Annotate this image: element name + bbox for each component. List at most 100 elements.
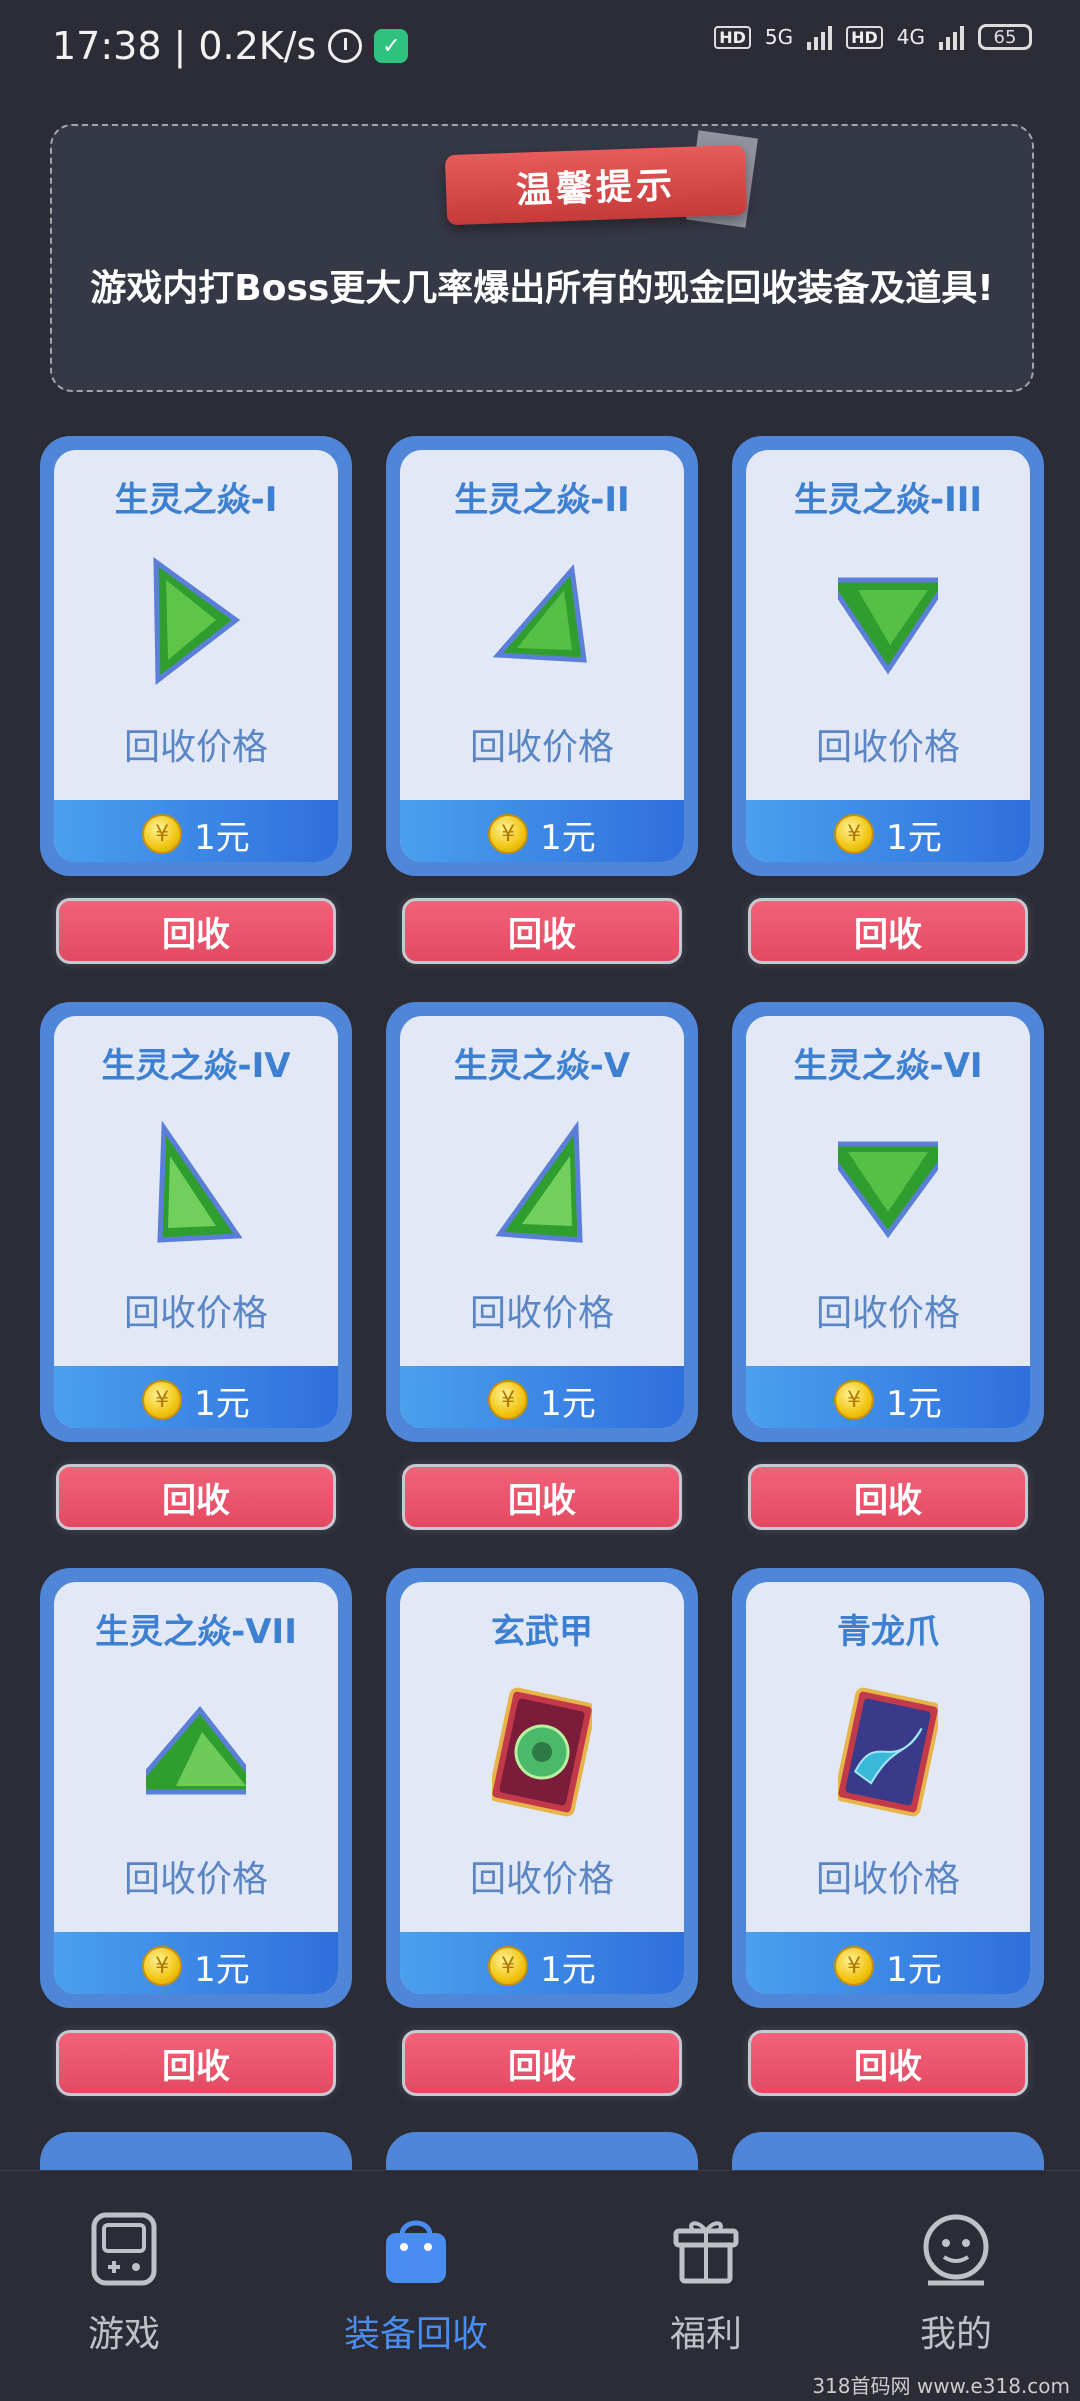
item-title: 生灵之焱-VI <box>793 1046 983 1086</box>
hd-badge: HD <box>846 25 883 49</box>
price-value: 1元 <box>194 1949 250 1990</box>
nav-label: 装备回收 <box>343 2314 488 2355</box>
card-frame: 生灵之焱-III 回收价格 ¥1元 <box>732 436 1044 876</box>
card-inner: 生灵之焱-V 回收价格 ¥1元 <box>400 1016 684 1428</box>
notice-banner: 温馨提示 游戏内打Boss更大几率爆出所有的现金回收装备及道具! <box>50 124 1034 392</box>
recycle-button[interactable]: 回收 <box>56 898 336 964</box>
smiley-profile-icon <box>923 2214 989 2286</box>
nav-label: 游戏 <box>87 2314 160 2355</box>
crystal-shard-icon <box>146 1706 246 1795</box>
card-inner: 生灵之焱-VI 回收价格 ¥1元 <box>746 1016 1030 1428</box>
item-title: 生灵之焱-V <box>453 1046 631 1086</box>
notice-ribbon: 温馨提示 <box>444 144 748 226</box>
notice-text: 游戏内打Boss更大几率爆出所有的现金回收装备及道具! <box>90 268 994 309</box>
price-label: 回收价格 <box>815 727 960 768</box>
price-value: 1元 <box>540 1383 596 1424</box>
nav-item-equipment-recycle[interactable]: 装备回收 <box>316 2211 516 2357</box>
coin-icon: ¥ <box>488 814 529 854</box>
price-value: 1元 <box>540 1949 596 1990</box>
card-inner: 生灵之焱-IV 回收价格 ¥1元 <box>54 1016 338 1428</box>
item-card-partial <box>40 2132 352 2172</box>
card-frame: 生灵之焱-I 回收价格 ¥1元 <box>40 436 352 876</box>
coin-icon: ¥ <box>834 1946 875 1986</box>
price-label: 回收价格 <box>469 727 614 768</box>
price-bar: ¥1元 <box>400 1366 684 1428</box>
nav-label: 我的 <box>919 2314 992 2355</box>
card-inner: 生灵之焱-I 回收价格 ¥1元 <box>54 450 338 862</box>
recycle-button[interactable]: 回收 <box>748 898 1028 964</box>
hd-badge: HD <box>714 25 751 49</box>
coin-icon: ¥ <box>142 1946 183 1986</box>
card-frame: 生灵之焱-II 回收价格 ¥1元 <box>386 436 698 876</box>
price-label: 回收价格 <box>815 1859 960 1900</box>
card-frame: 生灵之焱-VII 回收价格 ¥1元 <box>40 1568 352 2008</box>
price-bar: ¥1元 <box>746 1932 1030 1994</box>
crystal-shard-icon <box>492 564 587 663</box>
price-bar: ¥1元 <box>54 800 338 862</box>
nav-item-profile[interactable]: 我的 <box>856 2211 1056 2357</box>
price-bar: ¥1元 <box>54 1932 338 1994</box>
recycle-button[interactable]: 回收 <box>402 1464 682 1530</box>
recycle-button[interactable]: 回收 <box>56 2030 336 2096</box>
price-value: 1元 <box>886 1949 942 1990</box>
bottom-nav: 游戏 装备回收 福利 我的 318首码网 www.e318.com <box>0 2170 1080 2401</box>
crystal-shard-icon <box>838 1141 938 1239</box>
card-inner: 玄武甲 回收价格 ¥1元 <box>400 1582 684 1994</box>
item-title: 玄武甲 <box>491 1612 593 1652</box>
card-inner: 生灵之焱-VII 回收价格 ¥1元 <box>54 1582 338 1994</box>
item-title: 生灵之焱-II <box>454 480 630 520</box>
nav-item-games[interactable]: 游戏 <box>24 2211 224 2357</box>
price-label: 回收价格 <box>815 1293 960 1334</box>
nav-label: 福利 <box>669 2314 742 2355</box>
alarm-icon <box>328 29 363 63</box>
shield-icon: ✓ <box>374 29 409 63</box>
coin-icon: ¥ <box>142 1380 183 1420</box>
coin-icon: ¥ <box>488 1946 529 1986</box>
nav-item-benefits[interactable]: 福利 <box>606 2211 806 2357</box>
card-frame: 玄武甲 回收价格 ¥1元 <box>386 1568 698 2008</box>
price-label: 回收价格 <box>469 1293 614 1334</box>
coin-icon: ¥ <box>834 814 875 854</box>
status-bar: 17:38 | 0.2K/s ✓ HD 5G HD 4G 65 <box>0 0 1080 100</box>
price-label: 回收价格 <box>123 727 268 768</box>
recycle-button[interactable]: 回收 <box>402 2030 682 2096</box>
crystal-shard-icon <box>495 1120 583 1243</box>
coin-icon: ¥ <box>834 1380 875 1420</box>
price-label: 回收价格 <box>123 1859 268 1900</box>
dragon-claw-card-icon <box>838 1687 938 1817</box>
card-frame: 生灵之焱-IV 回收价格 ¥1元 <box>40 1002 352 1442</box>
gift-icon <box>673 2221 739 2284</box>
item-title: 生灵之焱-IV <box>101 1046 291 1086</box>
network-type: 5G <box>764 25 794 49</box>
network-type: 4G <box>896 25 925 49</box>
card-inner: 青龙爪 回收价格 ¥1元 <box>746 1582 1030 1994</box>
card-inner: 生灵之焱-III 回收价格 ¥1元 <box>746 450 1030 862</box>
card-inner: 生灵之焱-II 回收价格 ¥1元 <box>400 450 684 862</box>
price-label: 回收价格 <box>123 1293 268 1334</box>
item-title: 生灵之焱-VII <box>95 1612 297 1652</box>
card-frame: 青龙爪 回收价格 ¥1元 <box>732 1568 1044 2008</box>
recycle-button[interactable]: 回收 <box>56 1464 336 1530</box>
crystal-shard-icon <box>838 577 938 675</box>
price-value: 1元 <box>886 817 942 858</box>
price-value: 1元 <box>194 1383 250 1424</box>
price-value: 1元 <box>194 817 250 858</box>
item-title: 青龙爪 <box>837 1612 939 1652</box>
item-card-partial <box>732 2132 1044 2172</box>
recycle-button[interactable]: 回收 <box>402 898 682 964</box>
card-frame: 生灵之焱-VI 回收价格 ¥1元 <box>732 1002 1044 1442</box>
recycle-button[interactable]: 回收 <box>748 1464 1028 1530</box>
signal-icon <box>939 24 964 50</box>
coin-icon: ¥ <box>488 1380 529 1420</box>
crystal-shard-icon <box>157 1120 243 1243</box>
item-card-partial <box>386 2132 698 2172</box>
price-label: 回收价格 <box>469 1859 614 1900</box>
price-value: 1元 <box>886 1383 942 1424</box>
recycle-button[interactable]: 回收 <box>748 2030 1028 2096</box>
gamepad-icon <box>91 2212 157 2286</box>
price-value: 1元 <box>540 817 596 858</box>
status-right: HD 5G HD 4G 65 <box>714 24 1032 50</box>
watermark: 318首码网 www.e318.com <box>812 2374 1070 2398</box>
coin-icon: ¥ <box>142 814 183 854</box>
price-bar: ¥1元 <box>746 800 1030 862</box>
